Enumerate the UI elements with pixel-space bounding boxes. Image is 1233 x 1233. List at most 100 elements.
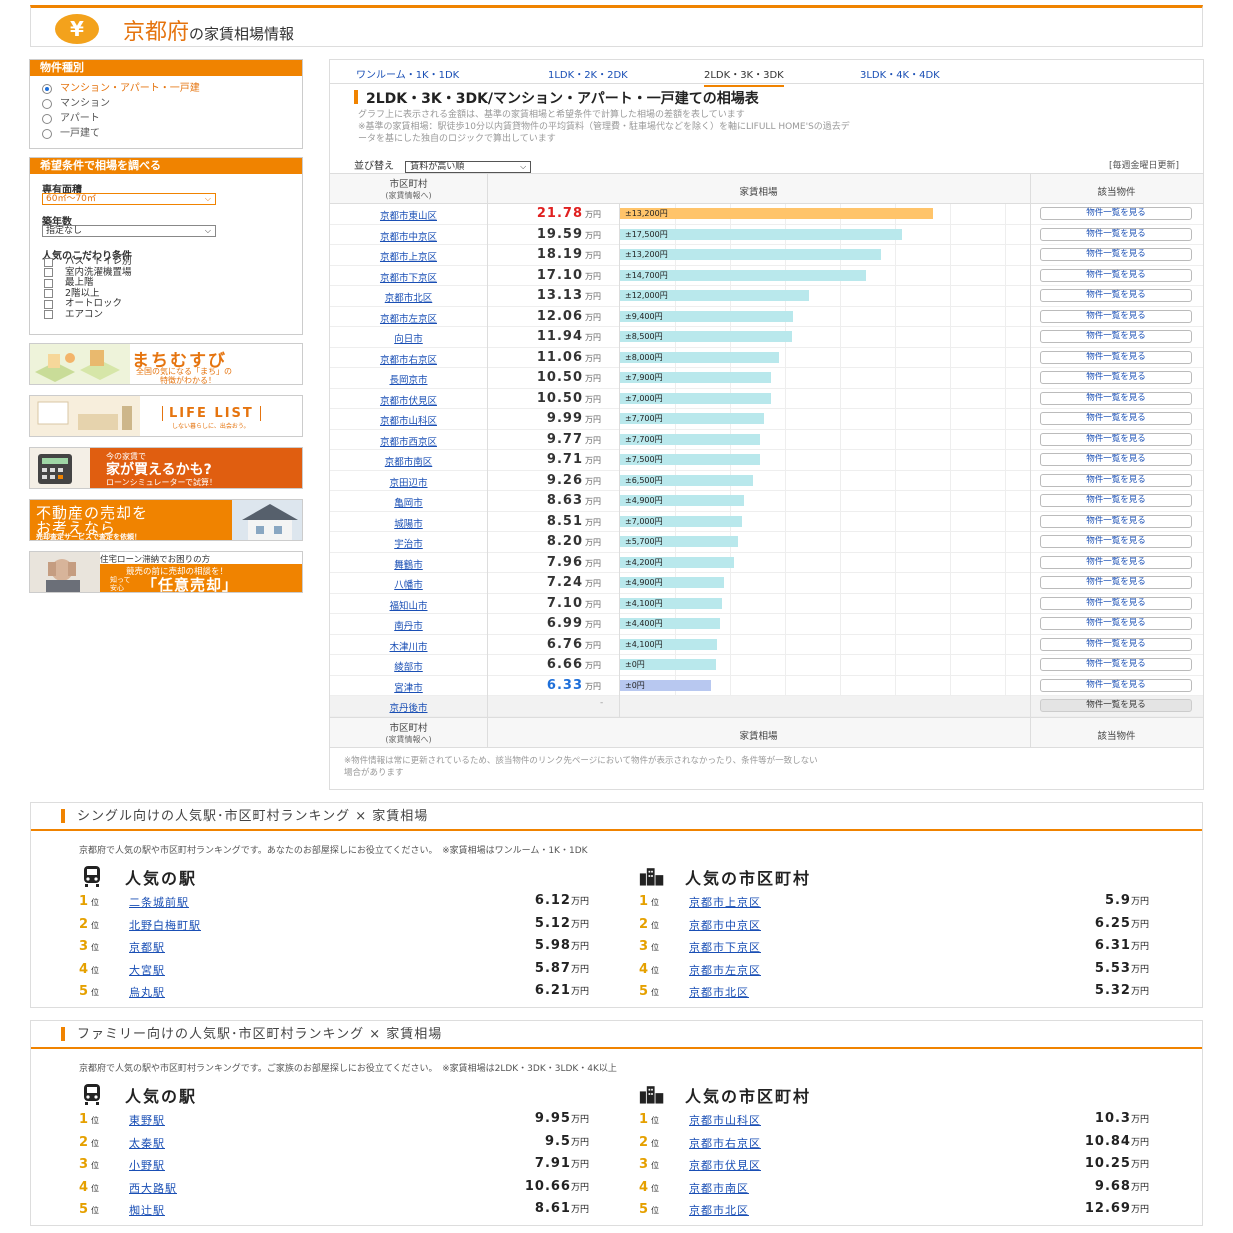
view-listings-button[interactable]: 物件一覧を見る — [1040, 453, 1192, 466]
ranking-link[interactable]: 京都市左京区 — [689, 962, 761, 978]
checkbox[interactable] — [44, 310, 53, 320]
ranking-link[interactable]: 京都市上京区 — [689, 894, 761, 910]
checkbox[interactable] — [44, 268, 53, 278]
ranking-link[interactable]: 京都市北区 — [689, 1202, 749, 1218]
area-select[interactable]: 60㎡～70㎡ ⌵ — [42, 193, 216, 205]
ranking-link[interactable]: 京都市伏見区 — [689, 1157, 761, 1173]
tab-2ldk-3k-3dk[interactable]: 2LDK・3K・3DK — [704, 66, 784, 87]
view-listings-button[interactable]: 物件一覧を見る — [1040, 432, 1192, 446]
view-listings-button[interactable]: 物件一覧を見る — [1040, 330, 1192, 343]
machimusubi-banner[interactable]: まちむすび 全国の気になる「まち」の 特徴がわかる！ — [29, 343, 303, 385]
view-listings-button[interactable]: 物件一覧を見る — [1040, 658, 1192, 671]
city-link[interactable]: 京都市南区 — [385, 457, 433, 468]
city-link[interactable]: 京田辺市 — [389, 478, 427, 489]
city-link[interactable]: 京都市中京区 — [380, 232, 437, 243]
view-listings-button[interactable]: 物件一覧を見る — [1040, 576, 1192, 589]
property-type-option[interactable]: アパート — [30, 111, 302, 126]
property-type-option[interactable]: マンション・アパート・一戸建 — [30, 81, 302, 96]
view-listings-button[interactable]: 物件一覧を見る — [1040, 617, 1192, 630]
ranking-link[interactable]: 烏丸駅 — [129, 984, 165, 1000]
ranking-link[interactable]: 京都市右京区 — [689, 1135, 761, 1151]
city-link[interactable]: 京都市北区 — [385, 293, 433, 304]
city-link[interactable]: 舞鶴市 — [394, 560, 423, 571]
ranking-link[interactable]: 太秦駅 — [129, 1135, 165, 1151]
city-link[interactable]: 京都市上京区 — [380, 252, 437, 263]
city-link[interactable]: 木津川市 — [389, 642, 427, 653]
ranking-link[interactable]: 小野駅 — [129, 1157, 165, 1173]
view-listings-button[interactable]: 物件一覧を見る — [1040, 514, 1192, 528]
city-link[interactable]: 綾部市 — [394, 662, 423, 673]
property-type-option[interactable]: 一戸建て — [30, 126, 302, 141]
city-link[interactable]: 京都市下京区 — [380, 273, 437, 284]
checkbox[interactable] — [44, 278, 53, 288]
radio-button[interactable] — [42, 113, 52, 124]
view-listings-button[interactable]: 物件一覧を見る — [1040, 412, 1192, 425]
view-listings-button[interactable]: 物件一覧を見る — [1040, 637, 1192, 651]
city-link[interactable]: 京都市左京区 — [380, 314, 437, 325]
view-listings-button[interactable]: 物件一覧を見る — [1040, 596, 1192, 610]
voluntary-sale-banner[interactable]: 住宅ローン滞納でお困りの方 競売の前に売却の相談を！ 知って 安心 「任意売却」 — [29, 551, 303, 593]
city-link[interactable]: 京丹後市 — [389, 703, 427, 714]
city-link[interactable]: 亀岡市 — [394, 498, 423, 509]
city-link[interactable]: 宇治市 — [394, 539, 423, 550]
radio-button[interactable] — [42, 98, 52, 109]
ranking-link[interactable]: 椥辻駅 — [129, 1202, 165, 1218]
city-link[interactable]: 京都市山科区 — [380, 416, 437, 427]
city-link[interactable]: 向日市 — [394, 334, 423, 345]
city-link[interactable]: 京都市右京区 — [380, 355, 437, 366]
view-listings-button[interactable]: 物件一覧を見る — [1040, 699, 1192, 712]
ranking-link[interactable]: 大宮駅 — [129, 962, 165, 978]
city-link[interactable]: 城陽市 — [394, 519, 423, 530]
view-listings-button[interactable]: 物件一覧を見る — [1040, 535, 1192, 548]
ranking-link[interactable]: 東野駅 — [129, 1112, 165, 1128]
tab-1r-1k-1dk[interactable]: ワンルーム・1K・1DK — [356, 66, 459, 81]
tab-3ldk-4k-4dk[interactable]: 3LDK・4K・4DK — [860, 66, 940, 81]
city-link[interactable]: 南丹市 — [394, 621, 423, 632]
ranking-link[interactable]: 西大路駅 — [129, 1180, 177, 1196]
view-listings-button[interactable]: 物件一覧を見る — [1040, 289, 1192, 302]
view-listings-button[interactable]: 物件一覧を見る — [1040, 555, 1192, 569]
loan-simulator-banner[interactable]: 今の家賃で 家が買えるかも? ローンシミュレーターで試算！ — [29, 447, 303, 489]
condition-option[interactable]: 最上階 — [30, 277, 302, 289]
view-listings-button[interactable]: 物件一覧を見る — [1040, 678, 1192, 692]
ranking-link[interactable]: 京都市南区 — [689, 1180, 749, 1196]
sort-select[interactable]: 賃料が高い順 ⌵ — [405, 161, 532, 173]
ranking-link[interactable]: 京都市山科区 — [689, 1112, 761, 1128]
view-listings-button[interactable]: 物件一覧を見る — [1040, 227, 1192, 241]
view-listings-button[interactable]: 物件一覧を見る — [1040, 391, 1192, 405]
sell-property-banner[interactable]: 不動産の売却を お考えなら 売却査定サービスで査定を依頼！ — [29, 499, 303, 541]
city-link[interactable]: 福知山市 — [389, 601, 427, 612]
age-select[interactable]: 指定なし ⌵ — [42, 225, 216, 237]
condition-option[interactable]: オートロック — [30, 298, 302, 310]
view-listings-button[interactable]: 物件一覧を見る — [1040, 268, 1192, 282]
ranking-link[interactable]: 京都市中京区 — [689, 917, 761, 933]
city-link[interactable]: 宮津市 — [394, 683, 423, 694]
ranking-link[interactable]: 二条城前駅 — [129, 894, 189, 910]
checkbox[interactable] — [44, 299, 53, 309]
city-link[interactable]: 京都市伏見区 — [380, 396, 437, 407]
property-type-option[interactable]: マンション — [30, 96, 302, 111]
condition-option[interactable]: バス・トイレ別 — [30, 256, 302, 268]
view-listings-button[interactable]: 物件一覧を見る — [1040, 371, 1192, 384]
city-link[interactable]: 京都市西京区 — [380, 437, 437, 448]
condition-option[interactable]: エアコン — [30, 309, 302, 321]
view-listings-button[interactable]: 物件一覧を見る — [1040, 207, 1192, 220]
city-link[interactable]: 長岡京市 — [389, 375, 427, 386]
city-link[interactable]: 八幡市 — [394, 580, 423, 591]
ranking-link[interactable]: 京都市北区 — [689, 984, 749, 1000]
view-listings-button[interactable]: 物件一覧を見る — [1040, 473, 1192, 487]
checkbox[interactable] — [44, 289, 53, 299]
view-listings-button[interactable]: 物件一覧を見る — [1040, 350, 1192, 364]
lifelist-banner[interactable]: LIFE LIST しない暮らしに、出会おう。 — [29, 395, 303, 437]
tab-1ldk-2k-2dk[interactable]: 1LDK・2K・2DK — [548, 66, 628, 81]
ranking-link[interactable]: 京都駅 — [129, 939, 165, 955]
ranking-link[interactable]: 北野白梅町駅 — [129, 917, 201, 933]
radio-button[interactable] — [42, 128, 52, 139]
city-link[interactable]: 京都市東山区 — [380, 211, 437, 222]
view-listings-button[interactable]: 物件一覧を見る — [1040, 494, 1192, 507]
checkbox[interactable] — [44, 257, 53, 267]
ranking-link[interactable]: 京都市下京区 — [689, 939, 761, 955]
radio-button[interactable] — [42, 83, 52, 94]
view-listings-button[interactable]: 物件一覧を見る — [1040, 248, 1192, 261]
view-listings-button[interactable]: 物件一覧を見る — [1040, 309, 1192, 323]
